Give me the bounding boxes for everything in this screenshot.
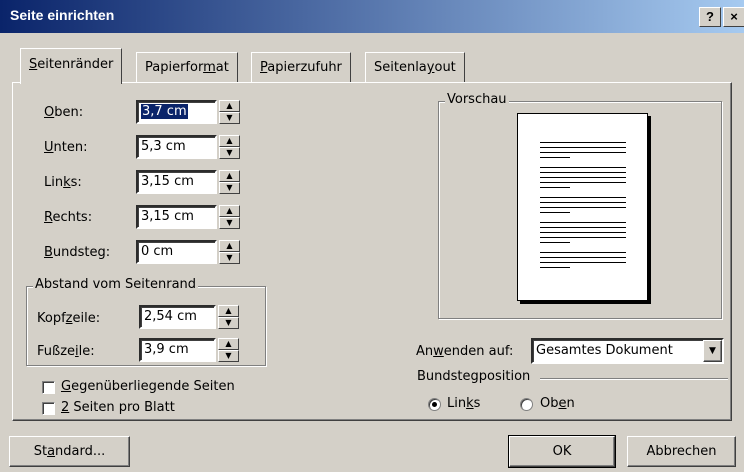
gutter-left-label[interactable]: Links (447, 396, 480, 411)
page-preview (517, 113, 648, 301)
help-button[interactable]: ? (699, 7, 721, 27)
spin-down-icon[interactable]: ▼ (218, 350, 239, 362)
gutter-spinner[interactable]: ▲ ▼ (219, 240, 240, 264)
right-margin-spinner[interactable]: ▲ ▼ (219, 205, 240, 229)
footer-distance-label: Fußzeile: (37, 344, 95, 359)
two-pages-label[interactable]: 2 Seiten pro Blatt (61, 400, 175, 415)
spin-up-icon[interactable]: ▲ (219, 100, 240, 112)
spin-down-icon[interactable]: ▼ (219, 252, 240, 264)
gutter-top-radio[interactable] (520, 398, 533, 411)
two-pages-checkbox[interactable] (42, 402, 55, 415)
spin-up-icon[interactable]: ▲ (219, 170, 240, 182)
header-distance-input[interactable]: 2,54 cm (139, 305, 216, 329)
preview-legend: Vorschau (445, 92, 509, 107)
spin-down-icon[interactable]: ▼ (219, 182, 240, 194)
spin-up-icon[interactable]: ▲ (218, 305, 239, 317)
left-margin-label: Links: (44, 175, 82, 190)
gutter-label: Bundsteg: (44, 245, 111, 260)
spin-down-icon[interactable]: ▼ (218, 317, 239, 329)
ok-button[interactable]: OK (508, 435, 616, 468)
dropdown-arrow-icon[interactable]: ▼ (703, 340, 722, 362)
spin-up-icon[interactable]: ▲ (219, 135, 240, 147)
spin-up-icon[interactable]: ▲ (219, 240, 240, 252)
spin-down-icon[interactable]: ▼ (219, 112, 240, 124)
header-distance-spinner[interactable]: ▲ ▼ (218, 305, 239, 329)
tab-papierformat[interactable]: Papierformat (136, 52, 238, 83)
close-button[interactable]: × (723, 7, 744, 27)
left-margin-input[interactable]: 3,15 cm (136, 170, 217, 194)
top-margin-input[interactable]: 3,7 cm (136, 100, 217, 124)
bottom-margin-spinner[interactable]: ▲ ▼ (219, 135, 240, 159)
mirror-margins-checkbox[interactable] (42, 381, 55, 394)
left-margin-spinner[interactable]: ▲ ▼ (219, 170, 240, 194)
apply-to-select[interactable]: Gesamtes Dokument (531, 338, 724, 364)
apply-to-label: Anwenden auf: (416, 344, 514, 359)
distance-group-legend: Abstand vom Seitenrand (33, 277, 199, 292)
footer-distance-input[interactable]: 3,9 cm (139, 338, 216, 362)
gutter-input[interactable]: 0 cm (136, 240, 217, 264)
window-title: Seite einrichten (10, 7, 115, 23)
header-distance-label: Kopfzeile: (37, 311, 101, 326)
right-margin-label: Rechts: (44, 210, 93, 225)
top-margin-label: Oben: (44, 105, 84, 120)
footer-distance-spinner[interactable]: ▲ ▼ (218, 338, 239, 362)
spin-up-icon[interactable]: ▲ (219, 205, 240, 217)
bottom-margin-label: Unten: (44, 140, 88, 155)
tab-papierzufuhr[interactable]: Papierzufuhr (251, 52, 351, 83)
mirror-margins-label[interactable]: Gegenüberliegende Seiten (61, 379, 235, 394)
standard-button[interactable]: Standard... (9, 436, 130, 467)
bottom-margin-input[interactable]: 5,3 cm (136, 135, 217, 159)
spin-up-icon[interactable]: ▲ (218, 338, 239, 350)
title-bar: Seite einrichten ? × (0, 0, 744, 33)
top-margin-spinner[interactable]: ▲ ▼ (219, 100, 240, 124)
spin-down-icon[interactable]: ▼ (219, 147, 240, 159)
gutter-left-radio[interactable] (428, 398, 441, 411)
cancel-button[interactable]: Abbrechen (627, 436, 736, 467)
gutter-top-label[interactable]: Oben (540, 396, 575, 411)
tab-seitenlayout[interactable]: Seitenlayout (365, 52, 465, 83)
gutter-position-legend: Bundstegposition (415, 369, 533, 384)
spin-down-icon[interactable]: ▼ (219, 217, 240, 229)
right-margin-input[interactable]: 3,15 cm (136, 205, 217, 229)
gutter-position-divider (540, 378, 728, 379)
tab-seitenraender[interactable]: Seitenränder (20, 48, 123, 84)
